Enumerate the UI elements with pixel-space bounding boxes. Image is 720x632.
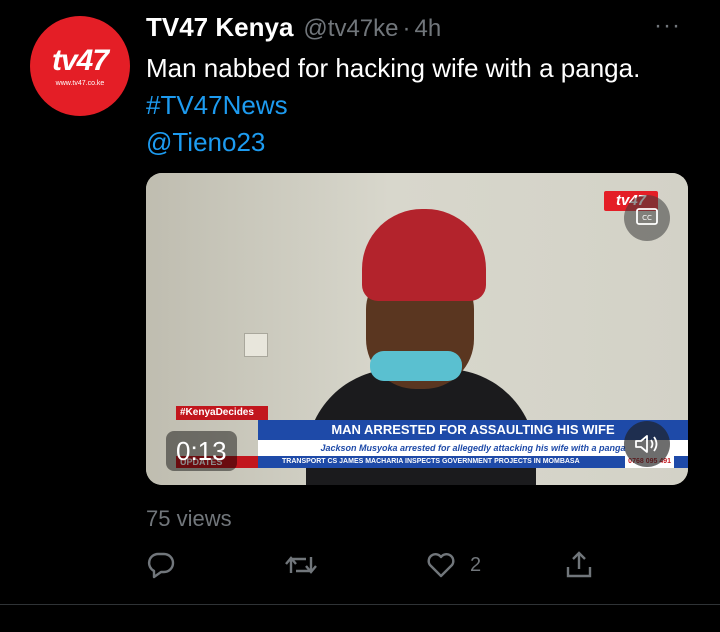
tweet-text: Man nabbed for hacking wife with a panga… [146, 50, 646, 161]
news-ticker: TRANSPORT CS JAMES MACHARIA INSPECTS GOV… [258, 456, 688, 468]
tweet-body: Man nabbed for hacking wife with a panga… [146, 53, 641, 83]
more-options-icon[interactable]: ··· [654, 12, 681, 40]
wall-socket [244, 333, 268, 357]
volume-button[interactable] [624, 421, 670, 467]
reply-icon [147, 552, 175, 579]
account-name[interactable]: TV47 Kenya [146, 12, 293, 43]
like-button[interactable]: 2 [426, 540, 481, 590]
divider [0, 604, 720, 605]
chyron-headline: MAN ARRESTED FOR ASSAULTING HIS WIFE [258, 420, 688, 440]
avatar-logo: tv47 [51, 43, 109, 77]
person-mask [370, 351, 462, 381]
retweet-button[interactable] [284, 540, 318, 590]
reply-button[interactable] [146, 540, 176, 590]
share-button[interactable] [564, 540, 594, 590]
avatar-url: www.tv47.co.ke [55, 79, 105, 87]
share-icon [566, 551, 592, 578]
ticker-text: TRANSPORT CS JAMES MACHARIA INSPECTS GOV… [282, 458, 580, 465]
speaker-icon [635, 435, 658, 453]
like-count: 2 [470, 553, 482, 576]
svg-text:CC: CC [642, 214, 652, 222]
chyron-tag: #KenyaDecides [176, 406, 268, 420]
mention-link[interactable]: @Tieno23 [146, 127, 265, 157]
video-timer: 0:13 [166, 431, 237, 471]
view-count: 75 views [146, 506, 232, 531]
video-player[interactable]: tv47 CC #KenyaDecides MAN ARRESTED FOR A… [146, 173, 688, 485]
retweet-icon [285, 556, 317, 574]
tweet-header: TV47 Kenya @tv47ke · 4h [146, 12, 441, 46]
hashtag-link[interactable]: #TV47News [146, 90, 288, 120]
tweet-time[interactable]: 4h [414, 15, 441, 43]
separator-dot: · [402, 15, 411, 42]
avatar[interactable]: tv47 www.tv47.co.ke [30, 16, 130, 116]
captions-icon: CC [636, 208, 658, 225]
captions-button[interactable]: CC [624, 195, 670, 241]
account-handle[interactable]: @tv47ke [303, 15, 398, 43]
heart-icon [427, 553, 455, 578]
action-bar: 2 [0, 540, 720, 590]
